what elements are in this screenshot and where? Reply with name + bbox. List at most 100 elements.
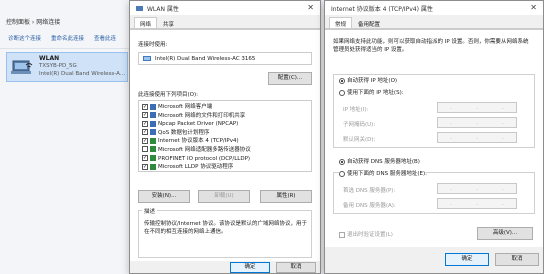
tab-alternate-config[interactable]: 备用配置 — [352, 17, 386, 28]
component-label: PROFINET IO protocol (DCP/LLDP) — [158, 155, 251, 162]
auto-ip-label: 自动获得 IP 地址(O) — [347, 78, 398, 84]
diagnose-command[interactable]: 诊断这个连接 — [8, 34, 41, 46]
adapter-device: Intel(R) Dual Band Wireless-A... — [39, 71, 126, 77]
component-item[interactable]: ✓ Npcap Packet Driver (NPCAP) — [142, 120, 308, 129]
subnet-mask-field[interactable]: ... — [437, 117, 517, 128]
manual-dns-option[interactable]: 使用下面的 DNS 服务器地址(E): — [339, 169, 427, 177]
protocol-icon — [150, 137, 156, 144]
validate-checkbox[interactable] — [339, 231, 345, 238]
adapter-name-value: Intel(R) Dual Band Wireless-AC 3165 — [155, 55, 256, 62]
ipv4-tabs: 常规 备用配置 — [325, 17, 543, 29]
auto-dns-option[interactable]: 自动获得 DNS 服务器地址(B) — [339, 157, 420, 165]
adapter-ssid: TXSYB-PD_5G — [39, 63, 77, 69]
connect-using-label: 连接时使用: — [138, 42, 168, 48]
wlan-ok-button[interactable]: 确定 — [230, 262, 270, 273]
alternate-dns-field[interactable]: ... — [437, 198, 517, 209]
manual-ip-radio[interactable] — [339, 89, 345, 96]
ipv4-cancel-button[interactable]: 取消 — [495, 253, 539, 266]
auto-dns-label: 自动获得 DNS 服务器地址(B) — [347, 159, 420, 165]
description-label: 描述 — [142, 207, 158, 215]
adapter-item-wlan[interactable]: WLAN TXSYB-PD_5G Intel(R) Dual Band Wire… — [6, 52, 128, 82]
wlan-title-icon — [136, 5, 143, 11]
file-share-icon — [150, 112, 156, 119]
close-icon[interactable]: ✕ — [530, 3, 537, 12]
wifi-adapter-icon — [11, 60, 33, 74]
install-button[interactable]: 安装(N)... — [138, 190, 190, 203]
ipv4-title-bar: Internet 协议版本 4 (TCP/IPv4) 属性 ✕ — [325, 1, 543, 15]
tab-general[interactable]: 常规 — [329, 17, 353, 28]
alternate-dns-label: 备用 DNS 服务器(A): — [343, 203, 396, 209]
component-item[interactable]: ✓ Microsoft 网络的文件和打印机共享 — [142, 112, 308, 121]
driver-icon — [150, 120, 156, 127]
ipv4-tab-panel: 如果网络支持此功能，则可以获取自动指派的 IP 设置。否则，你需要从网络系统管理… — [325, 29, 543, 247]
wlan-tabs: 网络 共享 — [130, 17, 320, 29]
properties-button[interactable]: 属性(R) — [260, 190, 312, 203]
description-text: 传输控制协议/Internet 协议。该协议是默认的广域网络协议，用于在不同的相… — [144, 221, 307, 235]
component-checkbox[interactable]: ✓ — [142, 129, 148, 136]
wlan-cancel-button[interactable]: 取消 — [276, 262, 316, 273]
uninstall-button[interactable]: 卸载(U) — [198, 190, 250, 203]
component-label: Microsoft 网络的文件和打印机共享 — [158, 112, 246, 119]
component-checkbox[interactable]: ✓ — [142, 137, 148, 144]
intro-text: 如果网络支持此功能，则可以获取自动指派的 IP 设置。否则，你需要从网络系统管理… — [333, 39, 529, 53]
wlan-tab-panel: 连接时使用: Intel(R) Dual Band Wireless-AC 31… — [130, 29, 320, 261]
close-icon[interactable]: ✕ — [307, 3, 314, 12]
component-checkbox[interactable]: ✓ — [142, 112, 148, 119]
component-checkbox[interactable] — [142, 146, 148, 153]
manual-dns-radio[interactable] — [339, 170, 345, 177]
component-label: Internet 协议版本 4 (TCP/IPv4) — [158, 138, 239, 145]
component-item[interactable]: ✓ Internet 协议版本 4 (TCP/IPv4) — [142, 137, 308, 146]
protocol-icon — [150, 155, 156, 162]
advanced-button[interactable]: 高级(V)... — [477, 227, 533, 240]
view-status-command[interactable]: 查看此连 — [94, 34, 116, 46]
network-card-icon — [143, 56, 151, 61]
validate-option[interactable]: 退出时验证设置(L) — [339, 230, 393, 238]
qos-icon — [150, 129, 156, 136]
ipv4-dialog-title: Internet 协议版本 4 (TCP/IPv4) 属性 — [331, 5, 433, 13]
ip-address-label: IP 地址(I): — [343, 107, 369, 113]
auto-ip-option[interactable]: 自动获得 IP 地址(O) — [339, 76, 397, 84]
manual-ip-option[interactable]: 使用下面的 IP 地址(S): — [339, 88, 404, 96]
wlan-dialog-title: WLAN 属性 — [147, 5, 179, 13]
component-item[interactable]: Microsoft 网络适配器多路传送器协议 — [142, 146, 308, 155]
wlan-title-bar: WLAN 属性 ✕ — [130, 1, 320, 15]
component-checkbox[interactable]: ✓ — [142, 163, 148, 170]
rename-command[interactable]: 重命名此连接 — [51, 34, 84, 46]
command-bar: 诊断这个连接 重命名此连接 查看此连 — [0, 34, 140, 46]
tab-sharing[interactable]: 共享 — [157, 17, 180, 28]
tab-network[interactable]: 网络 — [134, 17, 158, 28]
protocol-icon — [150, 146, 156, 153]
component-label: Microsoft 网络客户端 — [158, 104, 213, 110]
breadcrumb: 控制面板 › 网络连接 — [6, 19, 61, 26]
component-checkbox[interactable]: ✓ — [142, 120, 148, 127]
ipv4-properties-dialog: Internet 协议版本 4 (TCP/IPv4) 属性 ✕ 常规 备用配置 … — [324, 0, 544, 274]
preferred-dns-field[interactable]: ... — [437, 183, 517, 194]
component-checkbox[interactable]: ✓ — [142, 103, 148, 110]
manual-dns-label: 使用下面的 DNS 服务器地址(E): — [347, 171, 427, 177]
component-label: Microsoft LLDP 协议驱动程序 — [158, 164, 234, 171]
component-item[interactable]: ✓ PROFINET IO protocol (DCP/LLDP) — [142, 155, 308, 164]
ipv4-ok-button[interactable]: 确定 — [445, 253, 489, 266]
component-item[interactable]: ✓ Microsoft 网络客户端 — [142, 103, 308, 112]
gateway-field[interactable]: ... — [437, 132, 517, 143]
validate-label: 退出时验证设置(L) — [347, 232, 393, 238]
component-item[interactable]: ✓ QoS 数据包计划程序 — [142, 129, 308, 138]
gateway-label: 默认网关(D): — [343, 137, 376, 143]
preferred-dns-label: 首选 DNS 服务器(P): — [343, 188, 396, 194]
protocol-icon — [150, 163, 156, 170]
items-label: 此连接使用下列项目(O): — [138, 92, 198, 98]
component-checkbox[interactable]: ✓ — [142, 155, 148, 162]
adapter-name: WLAN — [39, 55, 60, 62]
component-item[interactable]: ✓ Microsoft LLDP 协议驱动程序 — [142, 163, 308, 171]
auto-ip-radio[interactable] — [339, 77, 345, 84]
network-client-icon — [150, 103, 156, 110]
component-label: Npcap Packet Driver (NPCAP) — [158, 121, 239, 128]
wlan-properties-dialog: WLAN 属性 ✕ 网络 共享 连接时使用: Intel(R) Dual Ban… — [129, 0, 321, 274]
components-list: ✓ Microsoft 网络客户端 ✓ Microsoft 网络的文件和打印机共享 ✓ N… — [138, 100, 312, 172]
component-label: QoS 数据包计划程序 — [158, 129, 210, 136]
ip-address-field[interactable]: ... — [437, 102, 517, 113]
subnet-mask-label: 子网掩码(U): — [343, 122, 376, 128]
configure-button[interactable]: 配置(C)... — [268, 72, 312, 85]
divider — [0, 48, 130, 49]
auto-dns-radio[interactable] — [339, 158, 345, 165]
